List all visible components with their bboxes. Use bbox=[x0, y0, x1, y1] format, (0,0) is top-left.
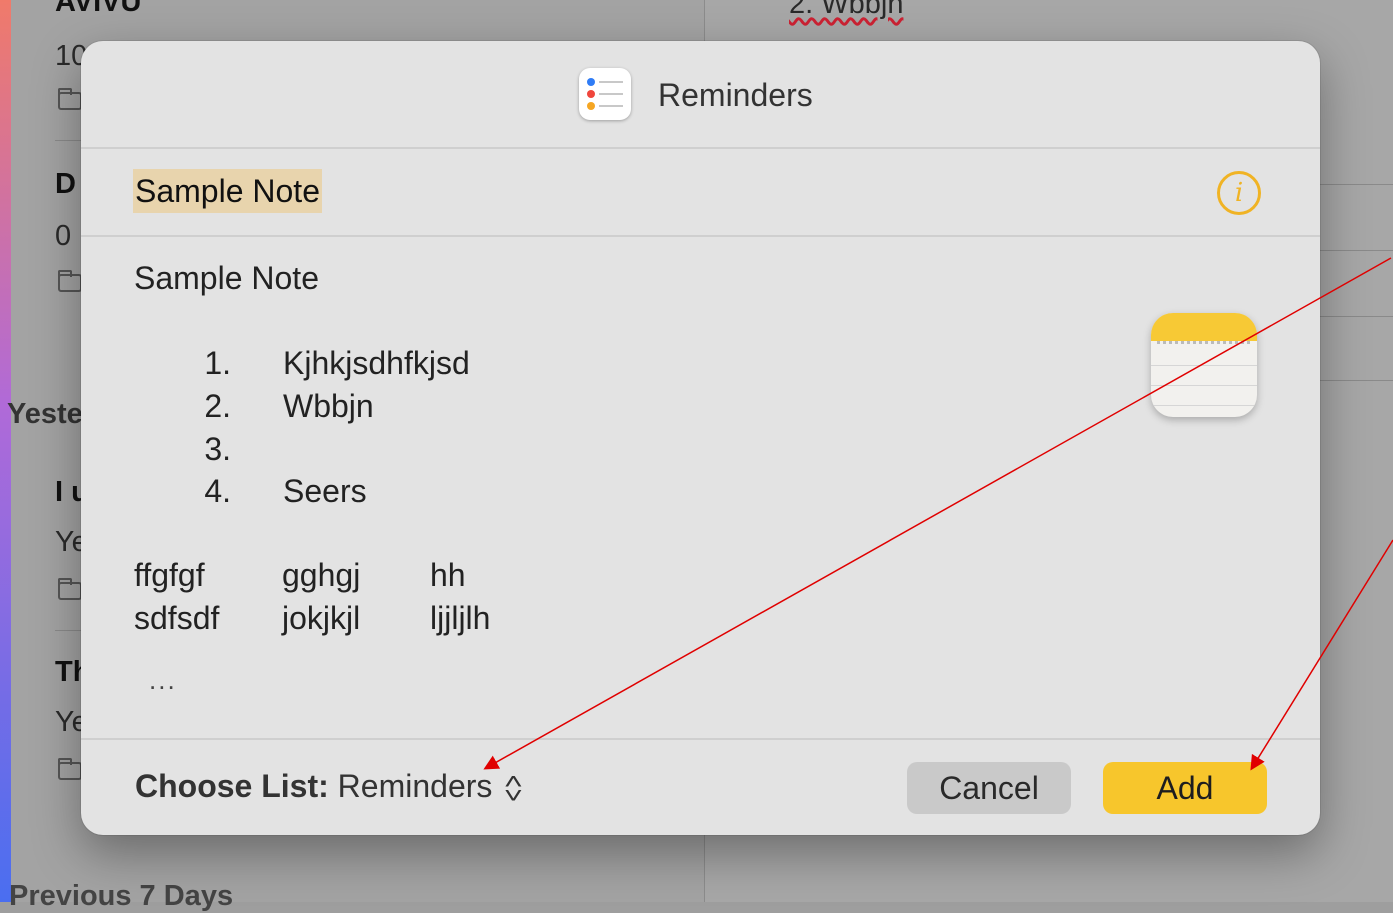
truncation-ellipsis: ... bbox=[149, 665, 177, 695]
choose-list-value: Reminders bbox=[337, 768, 493, 804]
table-cell: ljjljlh bbox=[430, 600, 491, 636]
bg-table-line bbox=[1320, 184, 1393, 185]
desktop-edge bbox=[0, 0, 11, 902]
bg-section-header: Previous 7 Days bbox=[9, 880, 234, 912]
dialog-footer: Choose List: Reminders ˄ ˅ Cancel Add bbox=[81, 740, 1320, 835]
cancel-button[interactable]: Cancel bbox=[907, 762, 1071, 814]
bg-detail-text: 2. Wbbjn bbox=[789, 0, 904, 20]
list-text: Kjhkjsdhfkjsd bbox=[283, 345, 470, 381]
folder-icon bbox=[58, 270, 82, 292]
header-separator bbox=[81, 147, 1320, 149]
info-icon[interactable]: i bbox=[1217, 171, 1261, 215]
chevron-up-down-icon: ˄ ˅ bbox=[504, 768, 524, 808]
notes-app-icon bbox=[1151, 313, 1257, 417]
folder-icon bbox=[58, 758, 82, 780]
folder-icon bbox=[58, 88, 82, 110]
bg-table-line bbox=[1320, 380, 1393, 381]
add-button[interactable]: Add bbox=[1103, 762, 1267, 814]
choose-list-label: Choose List: bbox=[135, 768, 329, 804]
bg-table-line bbox=[1320, 316, 1393, 317]
bg-section-header: Yeste bbox=[7, 398, 83, 430]
reminder-title-row: Sample Note i bbox=[81, 150, 1320, 235]
table-cell: gghgj bbox=[282, 557, 361, 593]
bg-note-date: 0 bbox=[55, 220, 72, 252]
list-number: 2. bbox=[204, 388, 231, 424]
dialog-title: Reminders bbox=[658, 77, 813, 113]
list-text: Wbbjn bbox=[283, 388, 374, 424]
note-heading: Sample Note bbox=[134, 260, 319, 296]
reminder-title-field[interactable]: Sample Note bbox=[133, 169, 322, 213]
table-cell: ffgfgf bbox=[134, 557, 205, 593]
choose-list-popup[interactable]: Choose List: Reminders ˄ ˅ bbox=[135, 768, 524, 808]
folder-icon bbox=[58, 578, 82, 600]
list-number: 3. bbox=[204, 431, 231, 467]
bg-note-title: AVIVU bbox=[55, 0, 142, 18]
table-cell: sdfsdf bbox=[134, 600, 220, 636]
bg-table-line bbox=[1320, 250, 1393, 251]
note-preview: Sample Note 1. Kjhkjsdhfkjsd 2. Wbbjn 3.… bbox=[81, 237, 1320, 737]
list-number: 4. bbox=[204, 473, 231, 509]
dialog-header: Reminders bbox=[81, 41, 1320, 148]
table-cell: jokjkjl bbox=[282, 600, 361, 636]
list-number: 1. bbox=[204, 345, 231, 381]
reminders-app-icon bbox=[579, 68, 631, 120]
table-cell: hh bbox=[430, 557, 466, 593]
add-to-reminders-dialog: Reminders Sample Note i Sample Note 1. K… bbox=[81, 41, 1320, 835]
list-text: Seers bbox=[283, 473, 367, 509]
bg-note-title: D bbox=[55, 168, 76, 200]
